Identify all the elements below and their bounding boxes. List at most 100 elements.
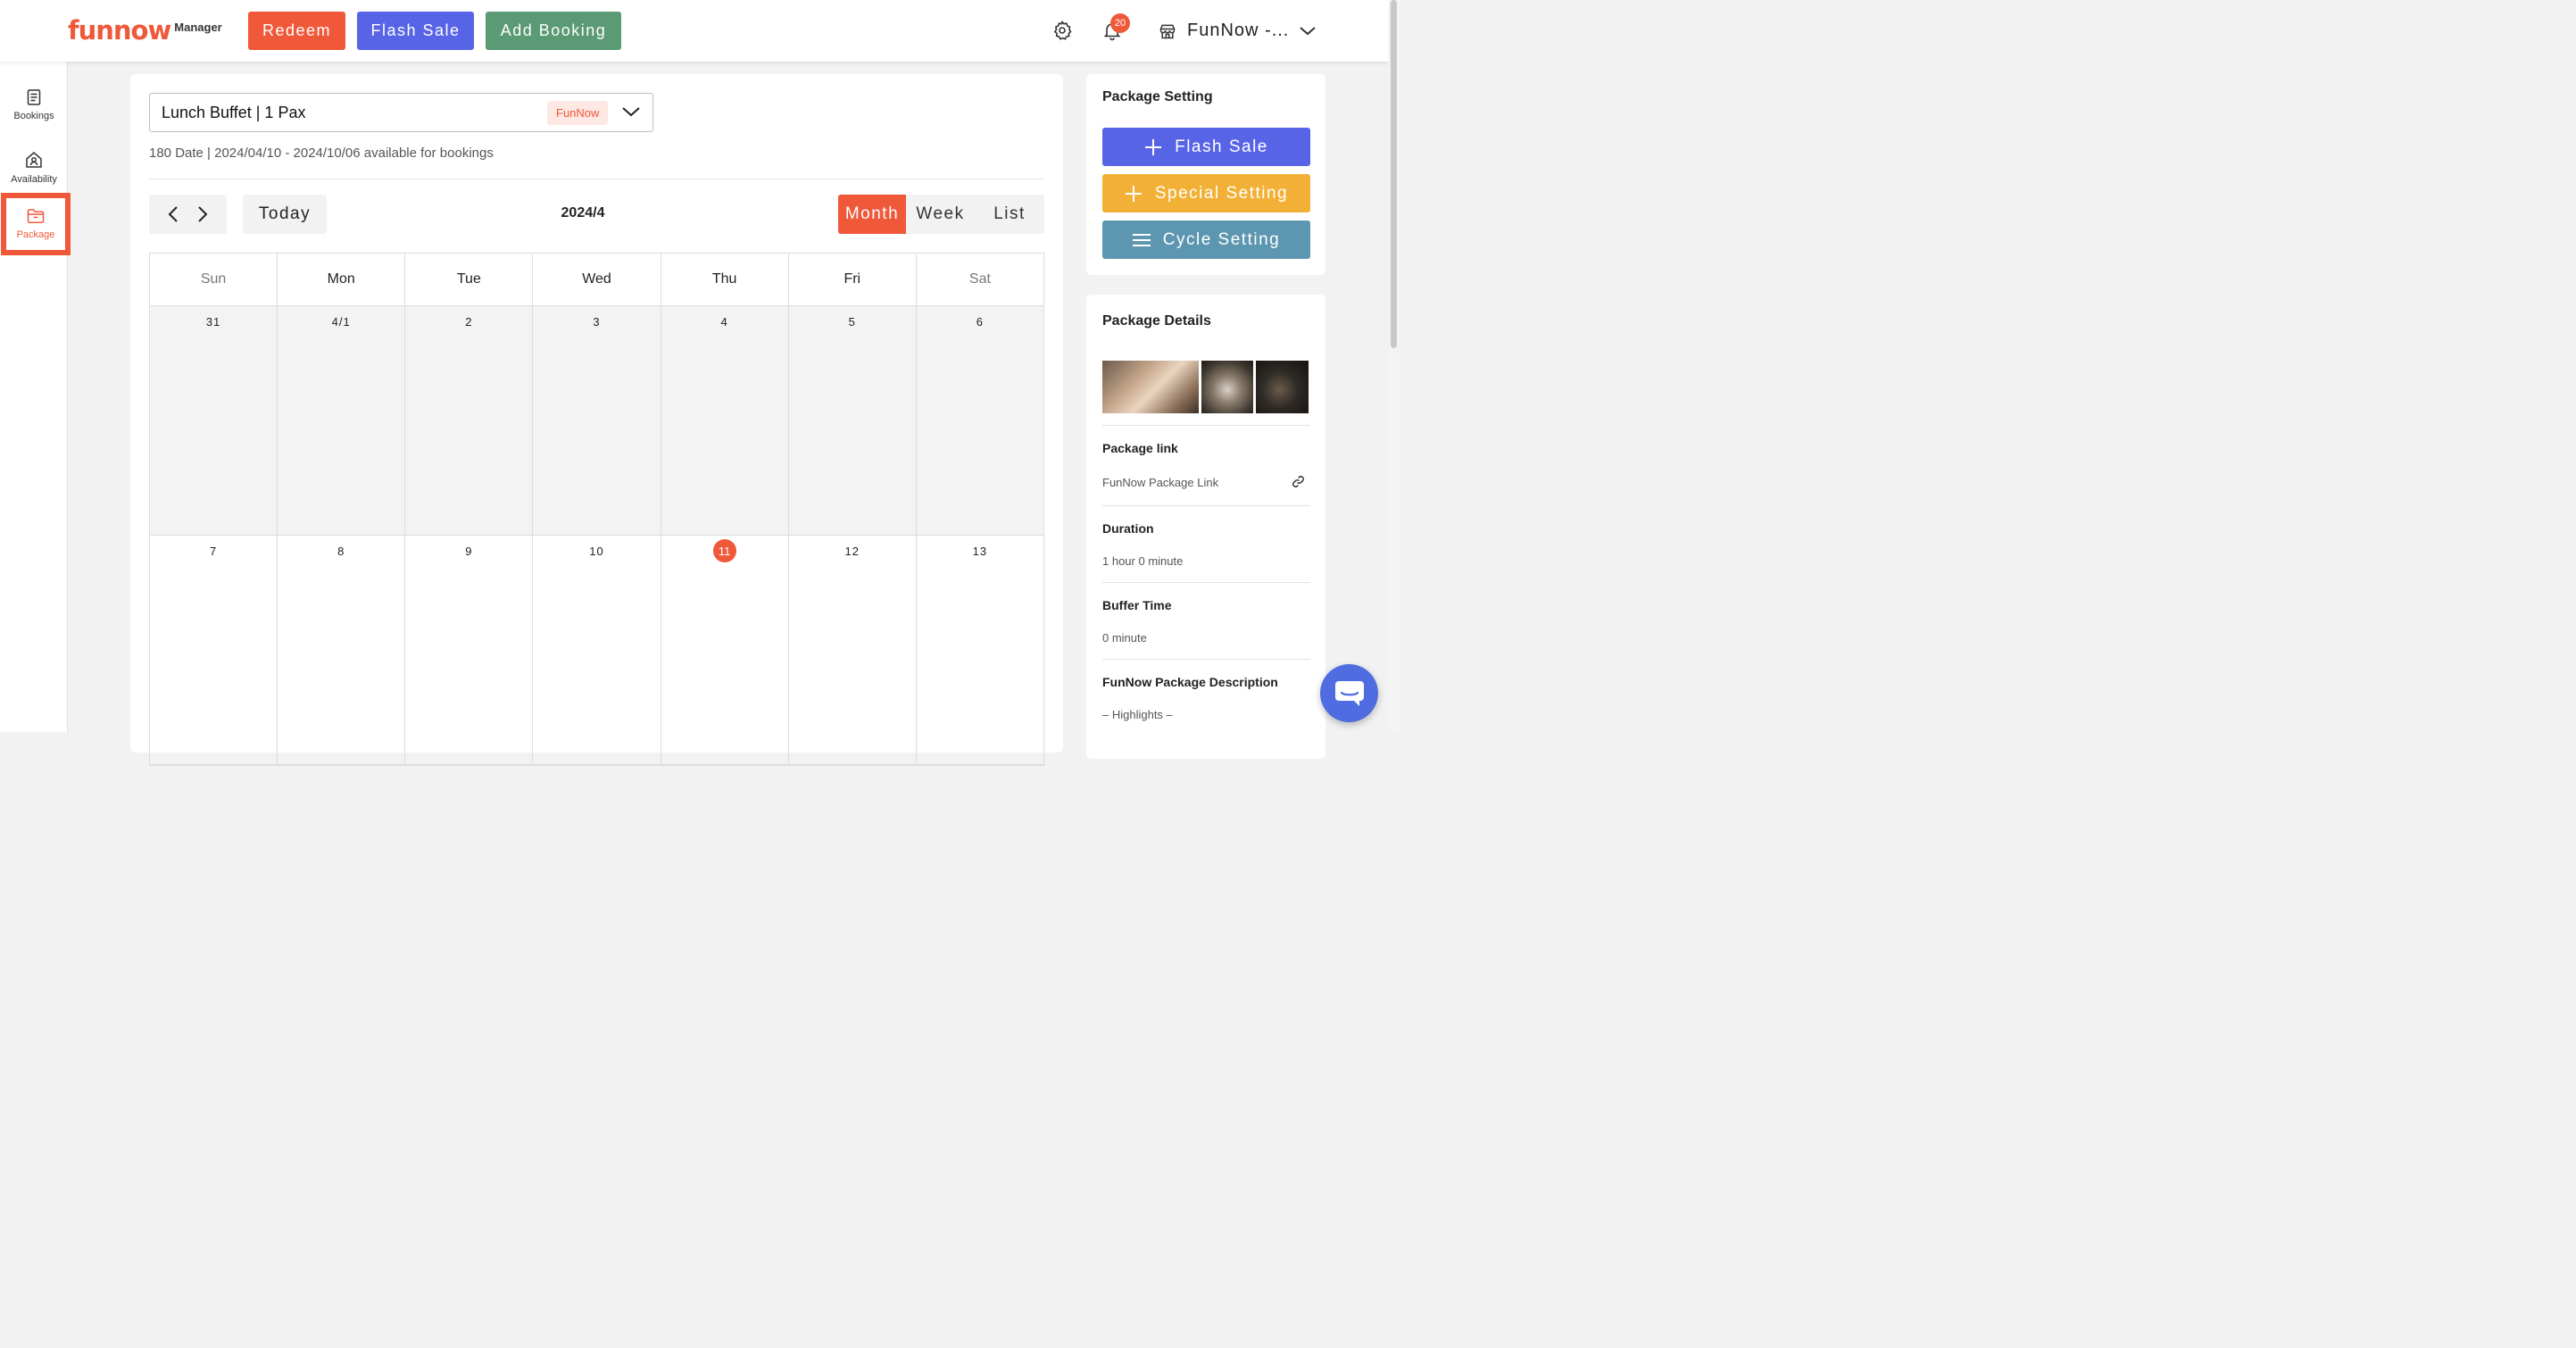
today-day-number: 11 [712,539,736,562]
calendar-day-cell[interactable]: 13 [917,536,1043,764]
calendar-day-cell[interactable]: 2 [405,306,534,535]
day-number: 8 [337,545,345,558]
view-switcher: Month Week List [838,195,1044,234]
store-icon [1159,24,1176,38]
calendar-day-cell[interactable]: 8 [278,536,406,764]
package-link-label: Package link [1102,441,1178,455]
package-image[interactable] [1256,361,1309,413]
weekday-header: Wed [533,254,661,305]
calendar-day-cell[interactable]: 3 [533,306,661,535]
logo-text: funnow [68,15,171,46]
package-select[interactable]: Lunch Buffet | 1 Pax FunNow [149,93,653,132]
plus-icon [1145,138,1162,155]
calendar-day-cell[interactable]: 11 [661,536,789,764]
calendar-day-cell[interactable]: 12 [789,536,917,764]
package-details-card: Package Details Package link FunNow Pack… [1086,295,1325,759]
button-label: Cycle Setting [1162,229,1281,249]
page-scrollbar-thumb[interactable] [1391,0,1397,348]
description-value: – Highlights – [1102,708,1173,721]
cycle-setting-button[interactable]: Cycle Setting [1102,221,1310,259]
description-label: FunNow Package Description [1102,675,1278,689]
day-number: 9 [465,545,473,558]
weekday-header: Fri [789,254,917,305]
view-month-button[interactable]: Month [838,195,906,234]
calendar-nav-group [149,195,227,234]
calendar-day-cell[interactable]: 4/1 [278,306,406,535]
day-number: 10 [589,545,604,558]
house-icon [26,152,42,168]
sidebar-item-bookings[interactable]: Bookings [0,74,68,137]
chat-icon [1334,680,1364,706]
sidebar-item-label: Availability [11,174,57,185]
calendar-day-cell[interactable]: 4 [661,306,789,535]
day-number: 2 [465,315,473,329]
view-list-button[interactable]: List [975,195,1044,234]
calendar-week-row: 31 4/1 2 3 4 5 6 [150,306,1043,536]
day-number: 4 [720,315,728,329]
calendar-day-cell[interactable]: 31 [150,306,278,535]
sidebar-item-availability[interactable]: Availability [0,137,68,199]
folder-icon [27,209,45,223]
calendar-day-cell[interactable]: 6 [916,306,1043,535]
plus-icon [1125,185,1142,202]
weekday-header: Sun [150,254,278,305]
calendar-card: Lunch Buffet | 1 Pax FunNow 180 Date | 2… [130,74,1063,766]
sidebar-item-label: Bookings [13,111,54,121]
package-setting-card: Package Setting Flash Sale Special Setti… [1086,74,1325,275]
package-setting-title: Package Setting [1102,89,1213,104]
button-label: Special Setting [1154,183,1289,203]
day-number: 3 [593,315,601,329]
link-icon[interactable] [1292,475,1305,488]
weekday-header: Mon [278,254,406,305]
chevron-left-icon[interactable] [168,205,179,223]
calendar-day-cell[interactable]: 9 [405,536,534,764]
package-source-tag: FunNow [547,101,609,125]
setting-flash-sale-button[interactable]: Flash Sale [1102,128,1310,166]
package-link-value: FunNow Package Link [1102,476,1219,489]
menu-icon [1132,233,1151,246]
day-number: 6 [976,315,985,329]
today-button[interactable]: Today [243,195,327,234]
duration-label: Duration [1102,521,1154,536]
divider [1102,425,1310,426]
calendar-day-cell[interactable]: 5 [788,306,917,535]
chevron-down-icon [622,107,640,117]
buffer-time-label: Buffer Time [1102,598,1172,612]
add-booking-button[interactable]: Add Booking [486,12,621,50]
chat-button[interactable] [1320,664,1378,722]
top-header: funnow Manager Redeem Flash Sale Add Boo… [0,0,1389,62]
flash-sale-button[interactable]: Flash Sale [357,12,474,50]
chevron-right-icon[interactable] [197,205,208,223]
package-select-value: Lunch Buffet | 1 Pax [162,103,306,121]
sidebar-item-package[interactable]: Package [1,193,71,255]
view-week-button[interactable]: Week [906,195,975,234]
calendar-title: 2024/4 [561,205,605,221]
sidebar-item-label: Package [16,229,55,240]
calendar-header-row: Sun Mon Tue Wed Thu Fri Sat [150,254,1043,306]
calendar-day-cell[interactable]: 7 [150,536,278,764]
day-number: 31 [205,315,221,329]
button-label: Flash Sale [1175,137,1268,156]
calendar-week-row: 7 8 9 10 11 12 13 [150,536,1043,765]
calendar-day-cell[interactable]: 10 [533,536,661,764]
divider [1102,505,1310,506]
chevron-down-icon [1300,26,1317,35]
divider [1102,582,1310,583]
special-setting-button[interactable]: Special Setting [1102,174,1310,212]
day-number: 12 [844,545,860,558]
day-number: 5 [848,315,856,329]
store-name: FunNow -... [1187,21,1290,40]
sidebar: Bookings Availability Package [0,62,71,732]
weekday-header: Thu [661,254,789,305]
funnow-logo[interactable]: funnow Manager [68,17,222,44]
document-icon [27,89,41,105]
store-selector[interactable]: FunNow -... [1159,21,1317,41]
package-image[interactable] [1201,361,1253,413]
gear-icon[interactable] [1051,20,1073,41]
package-image-gallery [1102,361,1309,413]
redeem-button[interactable]: Redeem [248,12,345,50]
package-image[interactable] [1102,361,1199,413]
weekday-header: Sat [968,271,991,287]
day-number: 13 [972,545,988,558]
month-calendar: Sun Mon Tue Wed Thu Fri Sat 31 4/1 2 3 4… [149,253,1044,766]
